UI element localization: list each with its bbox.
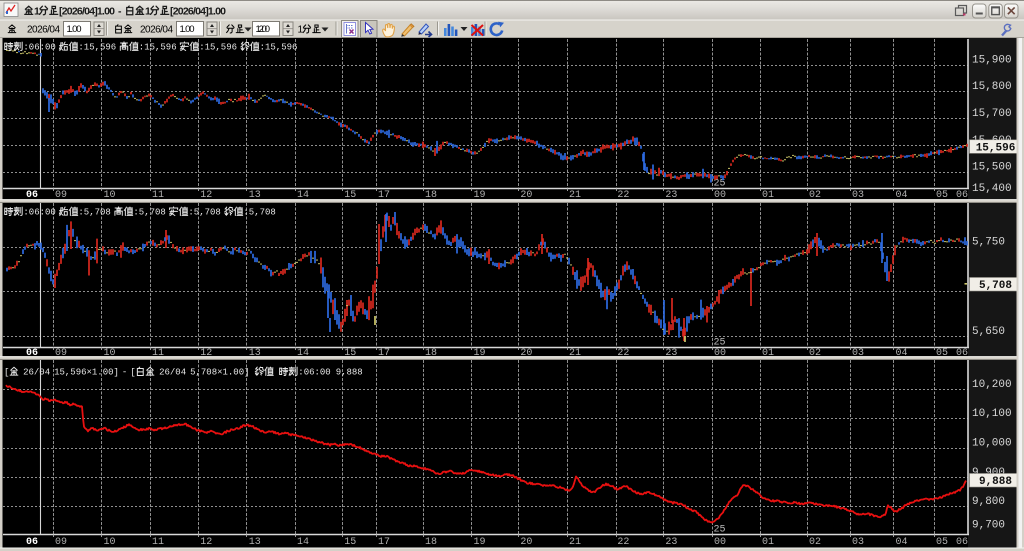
svg-text:13: 13	[249, 537, 261, 548]
svg-text:22: 22	[617, 537, 629, 548]
svg-text:1: 1	[34, 5, 40, 17]
svg-text:26/04: 26/04	[23, 368, 50, 378]
svg-text:10,100: 10,100	[972, 408, 1012, 420]
svg-text:[: [	[4, 368, 9, 378]
svg-text:03: 03	[852, 537, 864, 548]
svg-text::5,708: :5,708	[78, 208, 110, 218]
svg-text:2026/04: 2026/04	[140, 25, 173, 36]
svg-text::5,708: :5,708	[188, 208, 220, 218]
svg-text:[2026/04]1.00: [2026/04]1.00	[170, 5, 226, 17]
svg-text::06:00: :06:00	[23, 208, 55, 218]
svg-text:15: 15	[344, 537, 356, 548]
svg-text:12: 12	[200, 537, 212, 548]
svg-text:5,750: 5,750	[972, 236, 1005, 248]
svg-text:-: -	[118, 5, 122, 17]
svg-text:15,400: 15,400	[972, 183, 1012, 195]
svg-text:18: 18	[425, 537, 437, 548]
svg-text:20: 20	[520, 537, 532, 548]
svg-text:05: 05	[936, 537, 948, 548]
svg-text:1: 1	[298, 25, 304, 36]
svg-text:15,596×1.00]: 15,596×1.00]	[54, 368, 119, 378]
svg-text::5,708: :5,708	[133, 208, 165, 218]
svg-text:15,596: 15,596	[976, 142, 1016, 154]
svg-text::15,596: :15,596	[199, 43, 237, 53]
svg-text:19: 19	[474, 537, 486, 548]
svg-text:26/04: 26/04	[159, 368, 186, 378]
svg-text:5,708×1.00]: 5,708×1.00]	[190, 368, 249, 378]
svg-text:23: 23	[665, 537, 677, 548]
svg-text:06: 06	[26, 537, 38, 548]
svg-text:21: 21	[569, 537, 581, 548]
svg-text:15,900: 15,900	[972, 54, 1012, 66]
svg-text::06:00: :06:00	[298, 368, 330, 378]
svg-text:[2026/04]1.00: [2026/04]1.00	[59, 5, 115, 17]
svg-text:06: 06	[956, 537, 968, 548]
svg-text:1.00: 1.00	[67, 24, 82, 35]
svg-text:1200: 1200	[256, 24, 271, 35]
svg-text:15,500: 15,500	[972, 162, 1012, 174]
svg-text:9,888: 9,888	[336, 368, 363, 378]
svg-text:10,000: 10,000	[972, 438, 1012, 450]
svg-text:11: 11	[152, 537, 164, 548]
svg-text:04: 04	[896, 537, 908, 548]
svg-text:15,700: 15,700	[972, 108, 1012, 120]
svg-text:-: -	[122, 368, 127, 378]
svg-text:15,800: 15,800	[972, 81, 1012, 93]
svg-text:9,888: 9,888	[979, 476, 1012, 488]
svg-text:14: 14	[297, 537, 309, 548]
svg-text:10: 10	[104, 537, 116, 548]
svg-text:2026/04: 2026/04	[27, 25, 60, 36]
svg-text:9,700: 9,700	[972, 520, 1005, 532]
svg-text:01: 01	[762, 537, 774, 548]
svg-text:5,650: 5,650	[972, 326, 1005, 338]
svg-text:02: 02	[809, 537, 821, 548]
svg-text::15,596: :15,596	[139, 43, 177, 53]
svg-text::15,596: :15,596	[260, 43, 298, 53]
svg-text:[: [	[130, 368, 135, 378]
svg-text:5,708: 5,708	[979, 280, 1012, 292]
svg-text:10,200: 10,200	[972, 379, 1012, 391]
svg-text:17: 17	[378, 537, 390, 548]
svg-text:00: 00	[714, 537, 726, 548]
svg-text:1.00: 1.00	[180, 24, 195, 35]
svg-text::06:00: :06:00	[23, 43, 55, 53]
svg-text:25: 25	[714, 525, 726, 536]
svg-text::15,596: :15,596	[78, 43, 116, 53]
svg-text:09: 09	[55, 537, 67, 548]
svg-text:1: 1	[145, 5, 151, 17]
svg-text:9,800: 9,800	[972, 496, 1005, 508]
svg-text:25: 25	[714, 338, 726, 349]
svg-text::5,708: :5,708	[243, 208, 275, 218]
